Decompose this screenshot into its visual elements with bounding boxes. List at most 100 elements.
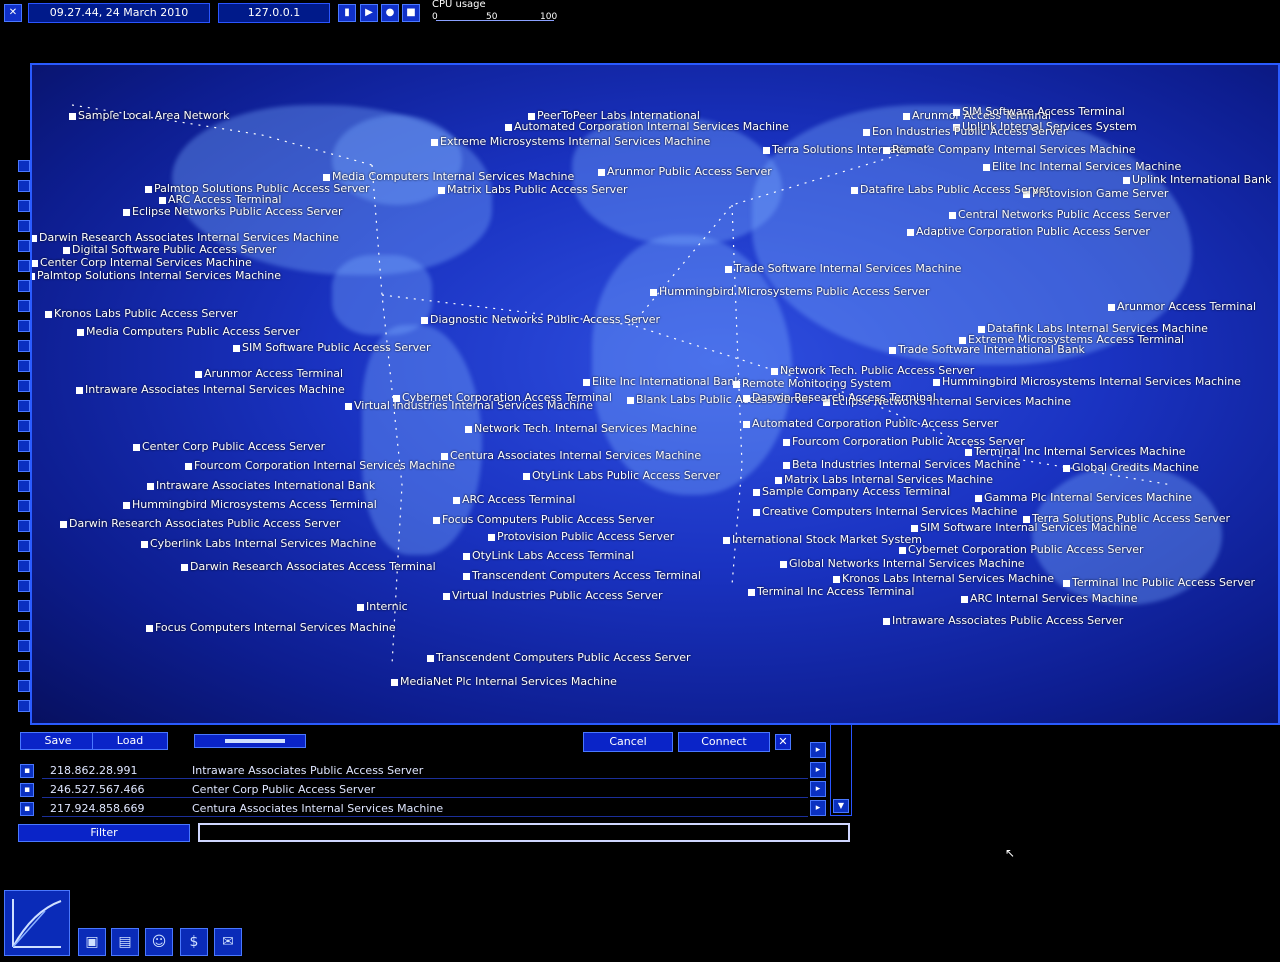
server-node[interactable]: [391, 679, 398, 686]
connect-button[interactable]: Connect: [678, 732, 770, 752]
server-node[interactable]: [438, 187, 445, 194]
server-node[interactable]: [45, 311, 52, 318]
server-label[interactable]: Terminal Inc Public Access Server: [1072, 576, 1255, 589]
server-node[interactable]: [528, 113, 535, 120]
server-label[interactable]: Terminal Inc Internal Services Machine: [974, 445, 1186, 458]
server-node[interactable]: [433, 517, 440, 524]
side-icon[interactable]: [18, 340, 30, 352]
scroll-down-icon[interactable]: ▼: [833, 799, 849, 813]
server-label[interactable]: Automated Corporation Internal Services …: [514, 120, 789, 133]
side-icon[interactable]: [18, 220, 30, 232]
server-node[interactable]: [753, 489, 760, 496]
server-node[interactable]: [598, 169, 605, 176]
server-label[interactable]: Center Corp Public Access Server: [142, 440, 325, 453]
server-label[interactable]: Datafire Labs Public Access Server: [860, 183, 1050, 196]
speed-icon[interactable]: ●: [381, 4, 399, 22]
server-label[interactable]: Network Tech. Public Access Server: [780, 364, 974, 377]
server-node[interactable]: [63, 247, 70, 254]
list-scrollbar[interactable]: ▼: [830, 724, 852, 816]
server-node[interactable]: [1108, 304, 1115, 311]
play-icon[interactable]: ▶: [360, 4, 378, 22]
server-node[interactable]: [427, 655, 434, 662]
server-node[interactable]: [488, 534, 495, 541]
server-node[interactable]: [949, 212, 956, 219]
server-node[interactable]: [627, 397, 634, 404]
server-label[interactable]: Center Corp Internal Services Machine: [40, 256, 252, 269]
side-icon[interactable]: [18, 200, 30, 212]
side-icon[interactable]: [18, 300, 30, 312]
server-node[interactable]: [123, 502, 130, 509]
server-label[interactable]: Fourcom Corporation Internal Services Ma…: [194, 459, 455, 472]
side-icon[interactable]: [18, 320, 30, 332]
server-node[interactable]: [159, 197, 166, 204]
server-node[interactable]: [463, 553, 470, 560]
server-label[interactable]: Remote Company Internal Services Machine: [892, 143, 1136, 156]
server-label[interactable]: OtyLink Labs Access Terminal: [472, 549, 634, 562]
server-node[interactable]: [723, 537, 730, 544]
server-node[interactable]: [771, 368, 778, 375]
server-label[interactable]: Remote Monitoring System: [742, 377, 891, 390]
server-node[interactable]: [753, 509, 760, 516]
server-node[interactable]: [911, 525, 918, 532]
side-icon[interactable]: [18, 580, 30, 592]
side-icon[interactable]: [18, 620, 30, 632]
server-label[interactable]: International Stock Market System: [732, 533, 922, 546]
server-node[interactable]: [181, 564, 188, 571]
server-label[interactable]: SIM Software Internal Services Machine: [920, 521, 1137, 534]
server-node[interactable]: [32, 273, 35, 280]
server-node[interactable]: [357, 604, 364, 611]
server-label[interactable]: Protovision Public Access Server: [497, 530, 674, 543]
row-action-icon[interactable]: ▸: [810, 800, 826, 816]
server-node[interactable]: [133, 444, 140, 451]
cancel-button[interactable]: Cancel: [583, 732, 673, 752]
server-label[interactable]: Diagnostic Networks Public Access Server: [430, 313, 660, 326]
server-node[interactable]: [465, 426, 472, 433]
table-row[interactable]: ▪ 217.924.858.669 Centura Associates Int…: [18, 800, 808, 817]
server-label[interactable]: Intraware Associates Internal Services M…: [85, 383, 345, 396]
table-row[interactable]: ▪ 246.527.567.466 Center Corp Public Acc…: [18, 781, 808, 798]
server-label[interactable]: Terminal Inc Access Terminal: [757, 585, 914, 598]
server-node[interactable]: [863, 129, 870, 136]
server-label[interactable]: Centura Associates Internal Services Mac…: [450, 449, 701, 462]
server-node[interactable]: [421, 317, 428, 324]
server-label[interactable]: Darwin Research Access Terminal: [752, 391, 936, 404]
server-node[interactable]: [883, 147, 890, 154]
server-node[interactable]: [743, 421, 750, 428]
server-node[interactable]: [783, 462, 790, 469]
server-label[interactable]: Hummingbird Microsystems Public Access S…: [659, 285, 929, 298]
server-label[interactable]: Darwin Research Associates Internal Serv…: [39, 231, 339, 244]
side-icon[interactable]: [18, 180, 30, 192]
server-node[interactable]: [953, 109, 960, 116]
server-label[interactable]: Intraware Associates Public Access Serve…: [892, 614, 1123, 627]
side-icon[interactable]: [18, 260, 30, 272]
server-node[interactable]: [748, 589, 755, 596]
server-label[interactable]: Trade Software International Bank: [898, 343, 1085, 356]
server-label[interactable]: Matrix Labs Public Access Server: [447, 183, 628, 196]
server-label[interactable]: Darwin Research Associates Public Access…: [69, 517, 340, 530]
fast-forward-icon[interactable]: ■: [402, 4, 420, 22]
close-icon[interactable]: ✕: [4, 4, 22, 22]
table-row[interactable]: ▪ 218.862.28.991 Intraware Associates Pu…: [18, 762, 808, 779]
server-node[interactable]: [443, 593, 450, 600]
row-action-icon[interactable]: ▸: [810, 742, 826, 758]
server-label[interactable]: Hummingbird Microsystems Internal Servic…: [942, 375, 1241, 388]
server-node[interactable]: [69, 113, 76, 120]
server-label[interactable]: Virtual Industries Public Access Server: [452, 589, 663, 602]
server-label[interactable]: Arunmor Public Access Server: [607, 165, 772, 178]
server-node[interactable]: [907, 229, 914, 236]
server-label[interactable]: Global Networks Internal Services Machin…: [789, 557, 1025, 570]
server-node[interactable]: [77, 329, 84, 336]
side-icon[interactable]: [18, 380, 30, 392]
server-label[interactable]: Uplink International Bank: [1132, 173, 1271, 186]
side-icon[interactable]: [18, 500, 30, 512]
server-node[interactable]: [431, 139, 438, 146]
side-icon[interactable]: [18, 680, 30, 692]
server-node[interactable]: [851, 187, 858, 194]
filter-button[interactable]: Filter: [18, 824, 190, 842]
save-button[interactable]: Save: [20, 732, 96, 750]
server-node[interactable]: [775, 477, 782, 484]
server-node[interactable]: [233, 345, 240, 352]
side-icon[interactable]: [18, 280, 30, 292]
side-icon[interactable]: [18, 240, 30, 252]
server-node[interactable]: [903, 113, 910, 120]
